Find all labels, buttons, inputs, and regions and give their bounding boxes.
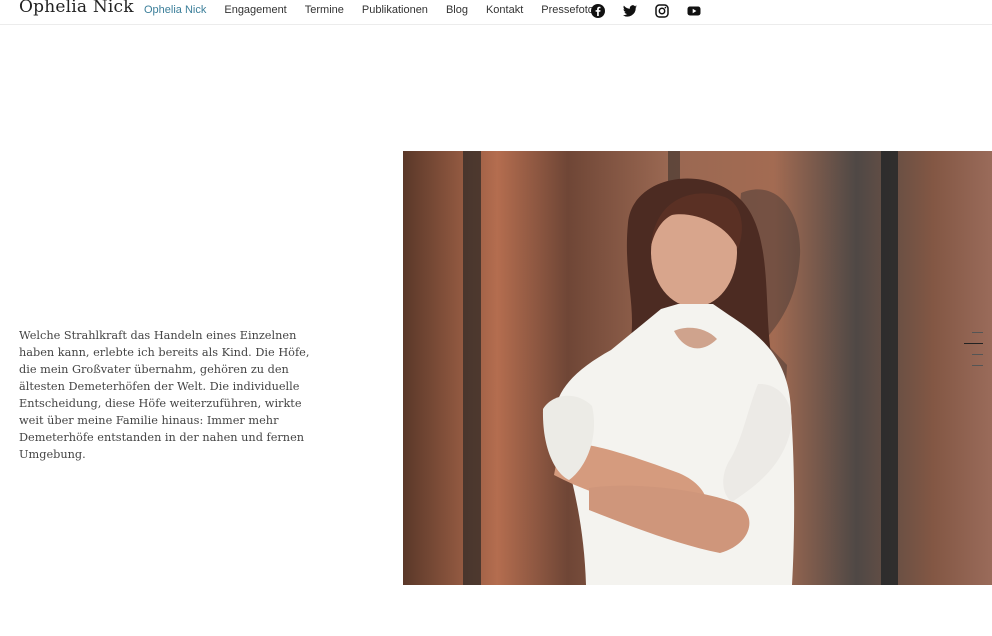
slider-mark[interactable] <box>972 365 983 366</box>
nav-engagement[interactable]: Engagement <box>224 3 286 17</box>
top-navigation: Ophelia Nick Ophelia Nick Engagement Ter… <box>0 0 992 25</box>
intro-paragraph: Welche Strahlkraft das Handeln eines Ein… <box>19 329 310 461</box>
twitter-icon[interactable] <box>622 3 638 19</box>
instagram-icon[interactable] <box>654 3 670 19</box>
nav-termine[interactable]: Termine <box>305 3 344 17</box>
slider-mark[interactable] <box>972 354 983 355</box>
nav-ophelia-nick[interactable]: Ophelia Nick <box>144 3 206 17</box>
nav-kontakt[interactable]: Kontakt <box>486 3 523 17</box>
facebook-icon[interactable] <box>590 3 606 19</box>
nav-blog[interactable]: Blog <box>446 3 468 17</box>
social-links <box>590 3 702 19</box>
slider-navigation[interactable] <box>964 332 983 376</box>
main-nav: Ophelia Nick Engagement Termine Publikat… <box>144 3 617 17</box>
slider-mark-active[interactable] <box>964 343 983 344</box>
youtube-icon[interactable] <box>686 3 702 19</box>
slider-mark[interactable] <box>972 332 983 333</box>
nav-publikationen[interactable]: Publikationen <box>362 3 428 17</box>
portrait-photo <box>403 151 992 585</box>
site-logo[interactable]: Ophelia Nick <box>19 0 134 17</box>
